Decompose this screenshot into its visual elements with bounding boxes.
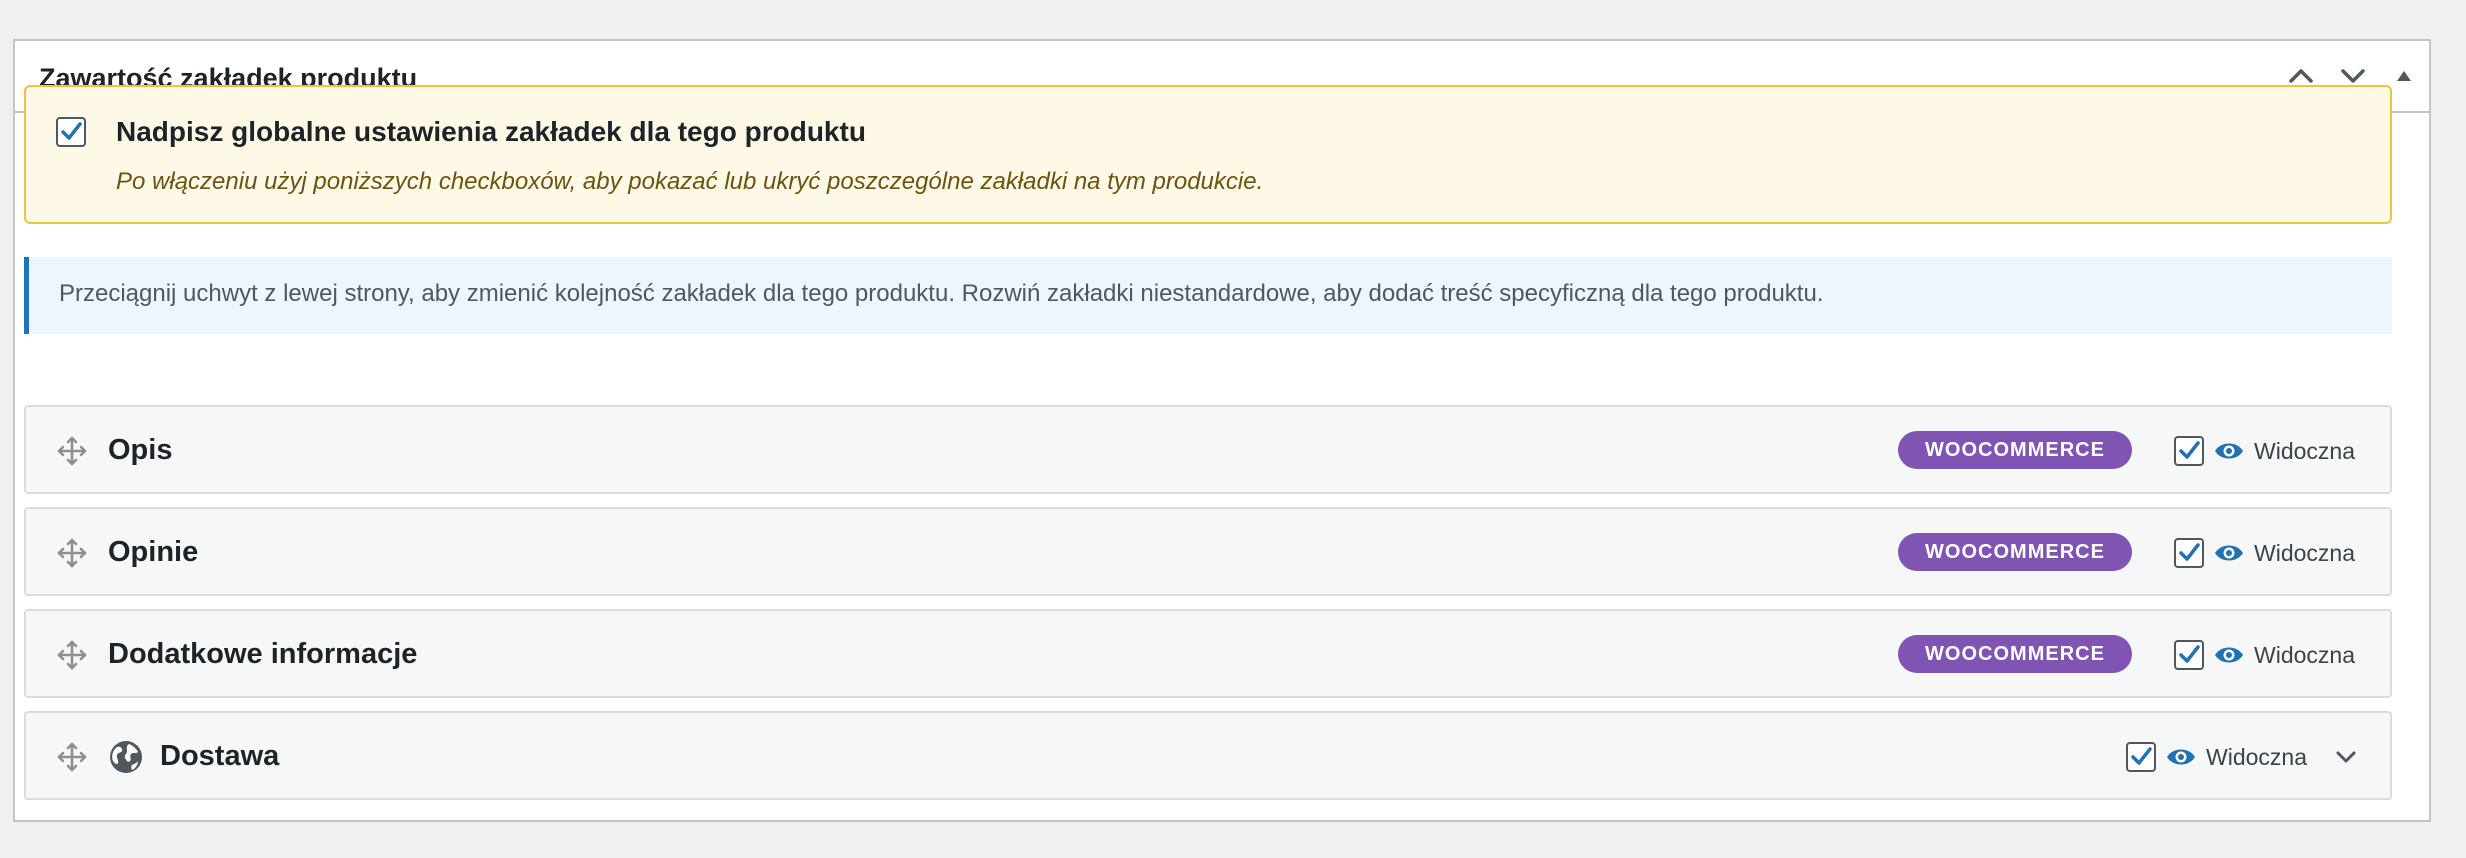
woocommerce-badge: WOOCOMMERCE [1898, 431, 2132, 469]
override-settings-notice: Nadpisz globalne ustawienia zakładek dla… [24, 85, 2392, 224]
visibility-toggle[interactable]: Widoczna [2126, 739, 2307, 775]
tab-row-dostawa[interactable]: Dostawa Widoczna [24, 711, 2392, 800]
tab-row-opis: Opis WOOCOMMERCE Widoczna [24, 405, 2392, 494]
visibility-label: Widoczna [2254, 540, 2355, 566]
visibility-toggle[interactable]: Widoczna [2174, 433, 2355, 469]
visibility-label: Widoczna [2254, 642, 2355, 668]
drag-handle-icon[interactable] [56, 435, 88, 467]
visibility-toggle[interactable]: Widoczna [2174, 637, 2355, 673]
tab-row-opinie: Opinie WOOCOMMERCE Widoczna [24, 507, 2392, 596]
info-text: Przeciągnij uchwyt z lewej strony, aby z… [59, 280, 1824, 307]
checkmark-icon [61, 122, 82, 140]
drag-handle-icon[interactable] [56, 537, 88, 569]
eye-icon [2215, 545, 2243, 561]
visibility-label: Widoczna [2206, 744, 2307, 770]
checkmark-icon [2179, 645, 2200, 663]
visibility-checkbox[interactable] [2174, 538, 2204, 568]
override-description: Po włączeniu użyj poniższych checkboxów,… [116, 168, 1264, 195]
drag-handle-icon[interactable] [56, 741, 88, 773]
visibility-checkbox[interactable] [2126, 742, 2156, 772]
eye-icon [2215, 647, 2243, 663]
tab-title: Opis [108, 434, 173, 466]
woocommerce-badge: WOOCOMMERCE [1898, 533, 2132, 571]
info-notice: Przeciągnij uchwyt z lewej strony, aby z… [24, 257, 2392, 334]
checkmark-icon [2131, 747, 2152, 765]
tab-title: Dostawa [160, 740, 280, 772]
tab-title: Dodatkowe informacje [108, 638, 418, 670]
eye-icon [2215, 443, 2243, 459]
visibility-checkbox[interactable] [2174, 436, 2204, 466]
triangle-up-icon [2397, 71, 2411, 81]
expand-chevron-icon[interactable] [2332, 743, 2360, 771]
tab-title: Opinie [108, 536, 199, 568]
drag-handle-icon[interactable] [56, 639, 88, 671]
tab-row-dodatkowe-informacje: Dodatkowe informacje WOOCOMMERCE Widoczn… [24, 609, 2392, 698]
visibility-toggle[interactable]: Widoczna [2174, 535, 2355, 571]
override-checkbox[interactable] [56, 117, 86, 147]
checkmark-icon [2179, 543, 2200, 561]
checkbox-box[interactable] [56, 117, 86, 147]
eye-icon [2167, 749, 2195, 765]
woocommerce-badge: WOOCOMMERCE [1898, 635, 2132, 673]
checkmark-icon [2179, 441, 2200, 459]
globe-icon [110, 741, 142, 773]
visibility-checkbox[interactable] [2174, 640, 2204, 670]
visibility-label: Widoczna [2254, 438, 2355, 464]
override-title[interactable]: Nadpisz globalne ustawienia zakładek dla… [116, 115, 866, 149]
